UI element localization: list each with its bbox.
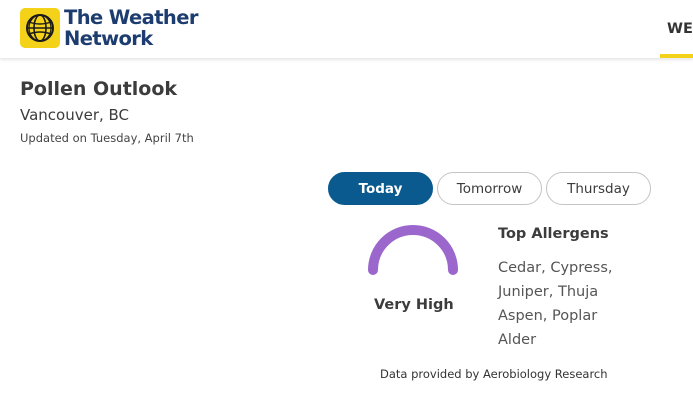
- location-label: Vancouver, BC: [20, 106, 130, 124]
- tab-tomorrow[interactable]: Tomorrow: [437, 172, 542, 205]
- allergen-item: Juniper, Thuja: [498, 284, 599, 300]
- tab-today[interactable]: Today: [328, 172, 433, 205]
- nav-item-weather[interactable]: WE: [660, 0, 693, 58]
- pollen-level-label: Very High: [374, 297, 454, 313]
- allergen-item: Cedar, Cypress,: [498, 260, 613, 276]
- site-header: The Weather Network WE: [0, 0, 693, 58]
- data-credit: Data provided by Aerobiology Research: [380, 367, 608, 381]
- nav-item-label: WE: [667, 21, 693, 37]
- brand-logo[interactable]: The Weather Network: [20, 7, 198, 49]
- allergen-item: Aspen, Poplar: [498, 308, 598, 324]
- nav-active-underline: [660, 54, 693, 58]
- updated-timestamp: Updated on Tuesday, April 7th: [20, 131, 194, 145]
- allergen-list: Cedar, Cypress, Juniper, Thuja Aspen, Po…: [498, 256, 613, 352]
- brand-name-line2: Network: [64, 27, 153, 50]
- page-title: Pollen Outlook: [20, 78, 178, 100]
- pollen-level-gauge: [368, 225, 458, 275]
- brand-name: The Weather Network: [64, 7, 198, 49]
- top-allergens-heading: Top Allergens: [498, 226, 609, 242]
- allergen-item: Alder: [498, 332, 537, 348]
- tab-thursday[interactable]: Thursday: [546, 172, 651, 205]
- brand-name-line1: The Weather: [64, 6, 198, 29]
- globe-icon: [20, 8, 60, 48]
